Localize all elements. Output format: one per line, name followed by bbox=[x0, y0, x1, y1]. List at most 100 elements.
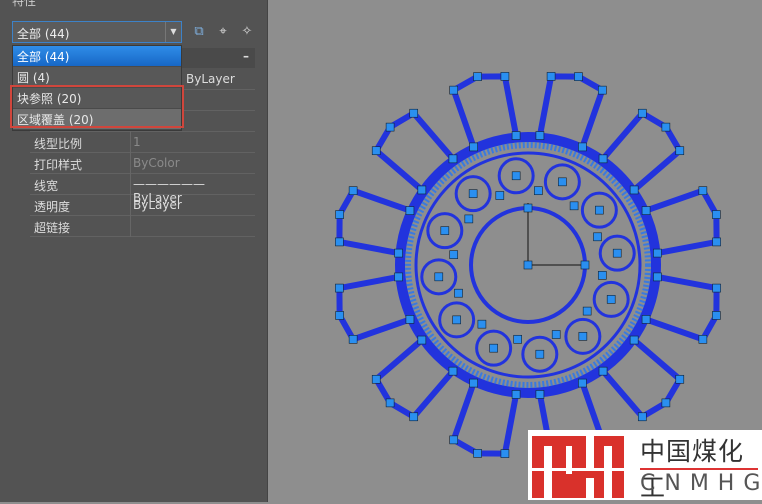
chevron-down-icon[interactable]: ▼ bbox=[165, 22, 181, 42]
grip bbox=[535, 390, 545, 399]
grip bbox=[511, 171, 521, 181]
grip bbox=[469, 142, 478, 152]
grip bbox=[511, 131, 521, 140]
grip bbox=[578, 378, 587, 388]
grip bbox=[653, 248, 662, 258]
grip bbox=[385, 398, 395, 408]
grip bbox=[712, 283, 721, 293]
property-name: 超链接 bbox=[34, 221, 71, 235]
grip bbox=[405, 315, 415, 324]
grip bbox=[449, 85, 458, 95]
property-name: 打印样式 bbox=[34, 158, 83, 172]
grip bbox=[371, 146, 381, 156]
grip bbox=[641, 206, 651, 215]
grip bbox=[698, 335, 708, 344]
grip bbox=[448, 154, 458, 164]
grip bbox=[574, 72, 583, 81]
grip bbox=[513, 334, 522, 344]
grip bbox=[578, 332, 588, 341]
logo-mark bbox=[532, 436, 624, 498]
property-value: ByLayer bbox=[186, 72, 235, 86]
grip bbox=[417, 335, 427, 345]
grip bbox=[434, 272, 444, 282]
grip bbox=[473, 72, 482, 81]
grip bbox=[598, 85, 607, 95]
property-value: ByLayer bbox=[133, 198, 182, 212]
property-row[interactable]: 打印样式 ByColor bbox=[30, 153, 255, 174]
grip bbox=[675, 146, 685, 156]
select-value: 全部 (44) bbox=[17, 27, 70, 41]
property-row[interactable]: 线型比例 1 bbox=[30, 132, 255, 153]
property-row[interactable]: 超链接 bbox=[30, 216, 255, 237]
collapse-icon[interactable]: – bbox=[243, 49, 249, 63]
grip bbox=[417, 185, 427, 195]
grip bbox=[409, 108, 419, 118]
grip bbox=[449, 435, 458, 445]
grip bbox=[546, 72, 556, 81]
quick-select-icon[interactable]: ✧ bbox=[238, 23, 256, 41]
grip bbox=[641, 315, 651, 324]
grip bbox=[394, 272, 403, 282]
property-row[interactable]: 线宽 —————— ByLayer bbox=[30, 174, 255, 205]
grip bbox=[385, 122, 395, 132]
grip bbox=[452, 315, 461, 325]
grip bbox=[593, 232, 602, 242]
grip bbox=[523, 260, 533, 270]
logo-english: CNMHG bbox=[640, 471, 762, 496]
grip bbox=[535, 131, 545, 140]
grip bbox=[335, 237, 344, 247]
toggle-pickadd-icon[interactable]: ⧉ bbox=[190, 23, 208, 41]
grip bbox=[371, 374, 381, 384]
property-row[interactable]: 透明度 ByLayer bbox=[30, 195, 255, 216]
object-filter-select[interactable]: 全部 (44) ▼ bbox=[12, 21, 182, 43]
grip bbox=[464, 214, 474, 224]
grip bbox=[637, 412, 647, 422]
select-objects-icon[interactable]: ⌖ bbox=[214, 23, 232, 41]
highlight-box bbox=[10, 85, 184, 128]
grip bbox=[606, 295, 616, 304]
grip bbox=[500, 449, 510, 458]
property-value: ByColor bbox=[133, 156, 180, 170]
grip bbox=[448, 366, 458, 376]
grip bbox=[578, 142, 587, 152]
grip bbox=[569, 201, 579, 211]
grip bbox=[534, 186, 543, 196]
grip bbox=[653, 272, 662, 282]
grip bbox=[558, 177, 567, 187]
grip bbox=[495, 191, 505, 200]
grip bbox=[335, 311, 344, 320]
grip bbox=[394, 248, 403, 258]
grip bbox=[675, 374, 685, 384]
grip bbox=[597, 271, 607, 280]
logo: 中国煤化工 CNMHG bbox=[528, 430, 762, 502]
grip bbox=[535, 349, 545, 359]
property-value: 1 bbox=[133, 135, 141, 149]
grip bbox=[661, 122, 671, 132]
grip bbox=[405, 206, 415, 215]
grip bbox=[468, 189, 478, 198]
properties-panel: 特性 全部 (44) ▼ ⧉ ⌖ ✧ – ByLayer 线型比例 1 打印样式 ByC… bbox=[0, 0, 268, 502]
grip bbox=[511, 390, 521, 399]
grip bbox=[712, 311, 721, 320]
grip bbox=[598, 154, 608, 164]
drawing-canvas[interactable] bbox=[268, 0, 762, 502]
grip bbox=[612, 248, 622, 258]
grip bbox=[629, 185, 639, 195]
grip bbox=[335, 283, 344, 293]
grip bbox=[489, 343, 498, 353]
grip bbox=[409, 412, 419, 422]
property-name: 透明度 bbox=[34, 200, 71, 214]
grip bbox=[500, 72, 510, 81]
grip bbox=[637, 108, 647, 118]
grip bbox=[629, 335, 639, 345]
grip bbox=[473, 449, 482, 458]
panel-title: 特性 bbox=[12, 0, 37, 8]
grip bbox=[454, 288, 463, 298]
property-name: 线宽 bbox=[34, 179, 59, 193]
grip bbox=[449, 250, 459, 259]
grip bbox=[698, 186, 708, 195]
option-all[interactable]: 全部 (44) bbox=[13, 46, 181, 67]
grip bbox=[580, 260, 590, 270]
grip bbox=[440, 226, 450, 235]
grip bbox=[348, 335, 358, 344]
